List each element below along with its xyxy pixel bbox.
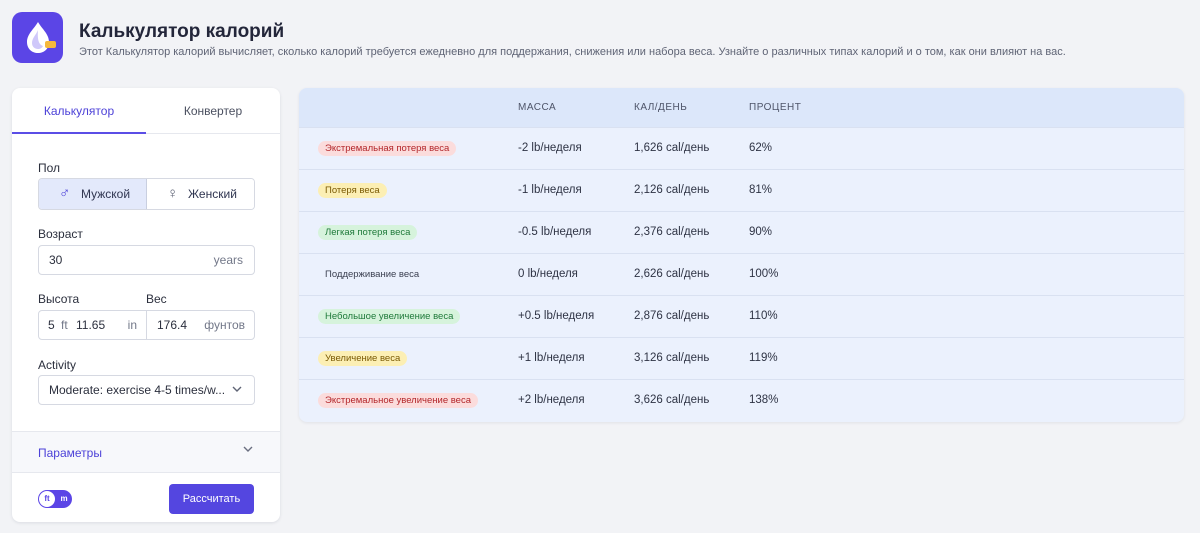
page-subtitle: Этот Калькулятор калорий вычисляет, скол… bbox=[79, 46, 1066, 58]
page-header: Калькулятор калорий Этот Калькулятор кал… bbox=[12, 12, 1188, 64]
gender-label: Пол bbox=[38, 161, 61, 175]
calories-cell: 3,626 cal/день bbox=[634, 394, 710, 406]
mass-cell: +1 lb/неделя bbox=[518, 352, 585, 364]
percent-cell: 138% bbox=[749, 394, 779, 406]
calories-cell: 2,126 cal/день bbox=[634, 184, 710, 196]
goal-badge: Экстремальная потеря веса bbox=[318, 141, 457, 156]
age-label: Возраст bbox=[38, 227, 83, 241]
calories-cell: 1,626 cal/день bbox=[634, 142, 710, 154]
calories-cell: 2,376 cal/день bbox=[634, 226, 710, 238]
table-row: Увеличение веса +1 lb/неделя 3,126 cal/ден… bbox=[299, 337, 1184, 379]
calories-cell: 2,876 cal/день bbox=[634, 310, 710, 322]
tab-converter[interactable]: Конвертер bbox=[146, 88, 280, 134]
table-row: Потеря веса -1 lb/неделя 2,126 cal/день 81% bbox=[299, 169, 1184, 211]
weight-unit: фунтов bbox=[204, 318, 245, 332]
table-row: Экстремальная потеря веса -2 lb/неделя 1,6… bbox=[299, 127, 1184, 169]
table-row: Поддерживание веса 0 lb/неделя 2,626 cal/д… bbox=[299, 253, 1184, 295]
mass-cell: +2 lb/неделя bbox=[518, 394, 585, 406]
unit-toggle[interactable]: ft m bbox=[38, 490, 72, 508]
height-ft-value: 5 bbox=[48, 318, 55, 332]
age-value: 30 bbox=[49, 253, 63, 267]
mass-cell: 0 lb/неделя bbox=[518, 268, 578, 280]
chevron-down-icon bbox=[232, 385, 242, 396]
tab-calculator[interactable]: Калькулятор bbox=[12, 88, 146, 134]
percent-cell: 100% bbox=[749, 268, 779, 280]
activity-select[interactable]: Moderate: exercise 4-5 times/w... bbox=[38, 375, 255, 405]
gender-female-button[interactable]: ♀ Женский bbox=[147, 179, 254, 209]
page-title: Калькулятор калорий bbox=[79, 21, 285, 42]
calories-cell: 2,626 cal/день bbox=[634, 268, 710, 280]
results-table: МАССА КАЛ/ДЕНЬ ПРОЦЕНТ Экстремальная пот… bbox=[299, 88, 1184, 422]
table-row: Небольшое увеличение веса +0.5 lb/неделя 2… bbox=[299, 295, 1184, 337]
goal-badge: Экстремальное увеличение веса bbox=[318, 393, 478, 408]
age-unit: years bbox=[213, 253, 243, 267]
unit-toggle-m: m bbox=[60, 494, 68, 503]
app-logo-icon bbox=[12, 12, 63, 63]
parameters-label: Параметры bbox=[38, 446, 102, 460]
age-input[interactable]: 30 years bbox=[38, 245, 255, 275]
goal-badge: Небольшое увеличение веса bbox=[318, 309, 461, 324]
height-in-value: 11.65 bbox=[76, 318, 106, 332]
table-header: МАССА КАЛ/ДЕНЬ ПРОЦЕНТ bbox=[299, 88, 1184, 127]
percent-cell: 90% bbox=[749, 226, 773, 238]
goal-badge: Увеличение веса bbox=[318, 351, 408, 366]
mass-cell: -0.5 lb/неделя bbox=[518, 226, 592, 238]
unit-toggle-ft: ft bbox=[39, 491, 55, 507]
gender-male-button[interactable]: ♂ Мужской bbox=[39, 179, 147, 209]
weight-value: 176.4 bbox=[157, 318, 188, 332]
female-icon: ♀ bbox=[167, 185, 179, 202]
goal-badge: Поддерживание веса bbox=[325, 269, 420, 280]
mass-cell: -2 lb/неделя bbox=[518, 142, 582, 154]
chevron-down-icon bbox=[243, 445, 253, 456]
mass-cell: -1 lb/неделя bbox=[518, 184, 582, 196]
goal-badge: Потеря веса bbox=[318, 183, 387, 198]
percent-cell: 62% bbox=[749, 142, 773, 154]
column-header-percent: ПРОЦЕНТ bbox=[749, 102, 802, 113]
height-in-unit: in bbox=[127, 318, 137, 332]
calculator-panel: Калькулятор Конвертер Пол ♂ Мужской ♀ Же… bbox=[12, 88, 280, 522]
percent-cell: 81% bbox=[749, 184, 773, 196]
mass-cell: +0.5 lb/неделя bbox=[518, 310, 595, 322]
tab-bar: Калькулятор Конвертер bbox=[12, 88, 280, 134]
calories-cell: 3,126 cal/день bbox=[634, 352, 710, 364]
height-input[interactable]: 5 ft 11.65 in bbox=[38, 310, 147, 340]
goal-badge: Легкая потеря веса bbox=[318, 225, 418, 240]
activity-value: Moderate: exercise 4-5 times/w... bbox=[49, 383, 226, 397]
height-label: Высота bbox=[38, 292, 80, 306]
calculate-button[interactable]: Рассчитать bbox=[169, 484, 254, 514]
percent-cell: 110% bbox=[749, 310, 778, 322]
table-row: Экстремальное увеличение веса +2 lb/недел… bbox=[299, 379, 1184, 421]
height-ft-unit: ft bbox=[61, 318, 68, 332]
parameters-accordion[interactable]: Параметры bbox=[12, 431, 280, 473]
male-icon: ♂ bbox=[59, 185, 71, 202]
column-header-mass: МАССА bbox=[518, 102, 557, 113]
weight-input[interactable]: 176.4 фунтов bbox=[146, 310, 255, 340]
column-header-cal: КАЛ/ДЕНЬ bbox=[634, 102, 688, 113]
percent-cell: 119% bbox=[749, 352, 778, 364]
gender-male-label: Мужской bbox=[81, 187, 131, 201]
activity-label: Activity bbox=[38, 358, 77, 372]
table-row: Легкая потеря веса -0.5 lb/неделя 2,376 ca… bbox=[299, 211, 1184, 253]
gender-selector: ♂ Мужской ♀ Женский bbox=[38, 178, 255, 210]
weight-label: Вес bbox=[146, 292, 167, 306]
gender-female-label: Женский bbox=[188, 187, 237, 201]
